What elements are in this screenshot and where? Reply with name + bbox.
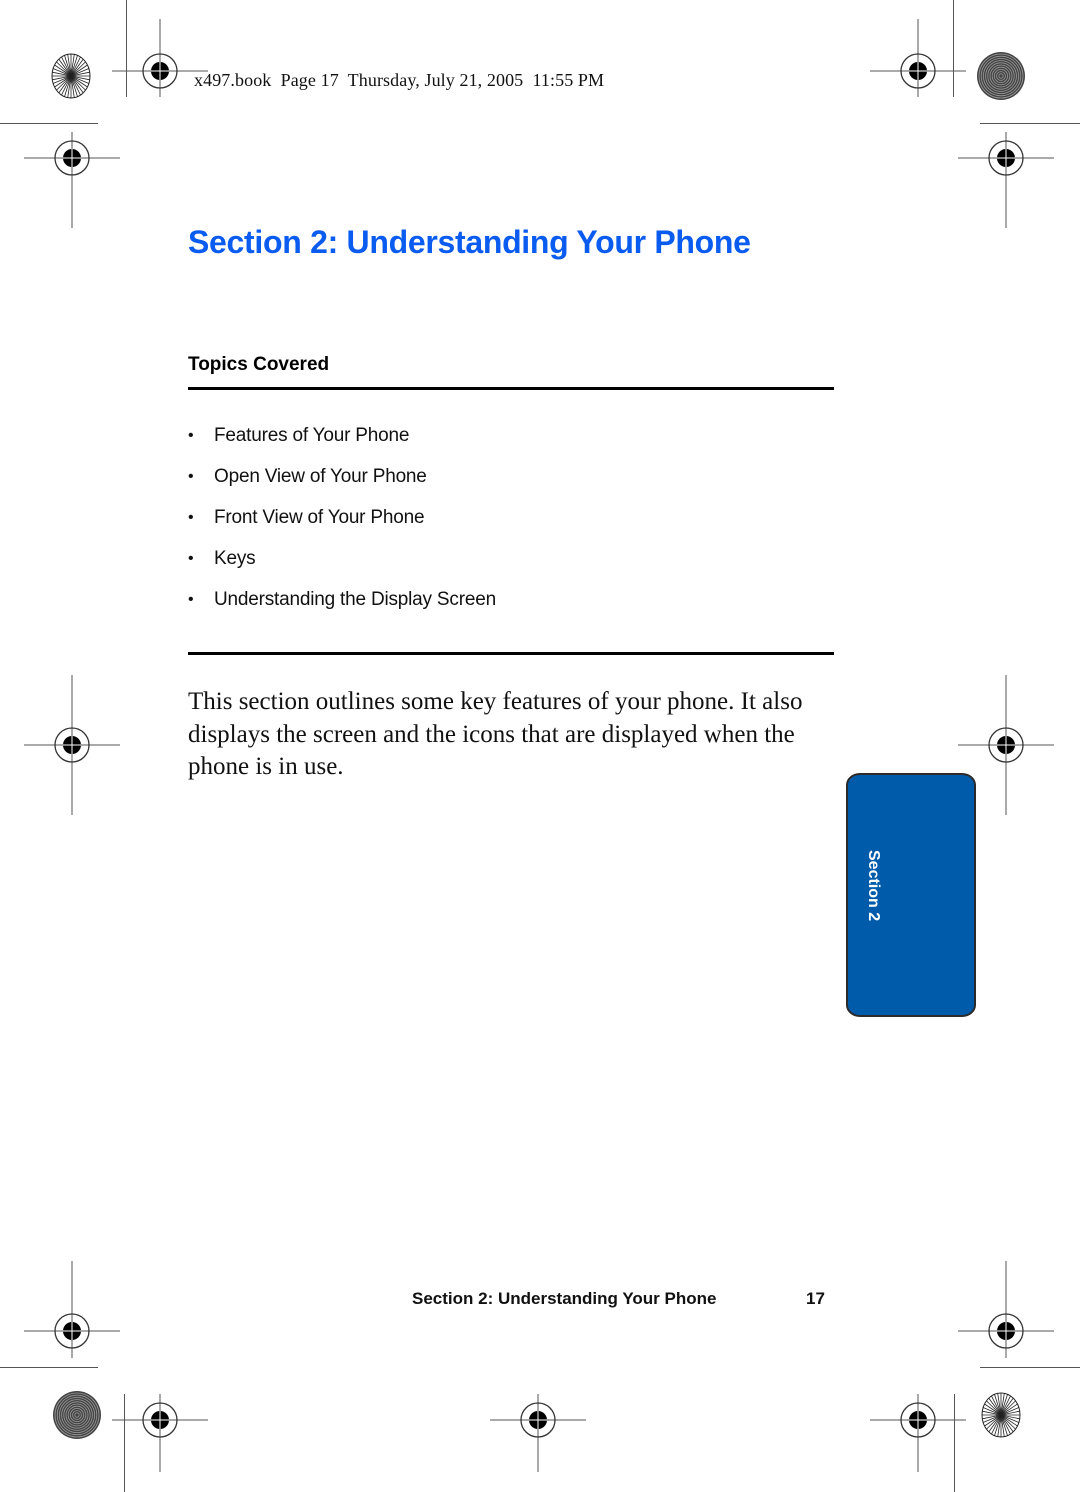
topics-list: • Features of Your Phone • Open View of Yo… xyxy=(188,423,496,628)
topics-bottom-rule xyxy=(188,652,834,655)
crosshair-target-icon xyxy=(23,132,121,228)
bullet-icon: • xyxy=(188,427,194,444)
crosshair-target-icon xyxy=(23,1261,121,1358)
topic-label: Front View of Your Phone xyxy=(214,507,425,528)
section-tab-label: Section 2 xyxy=(865,850,882,922)
topic-item: • Front View of Your Phone xyxy=(188,505,496,546)
topic-item: • Open View of Your Phone xyxy=(188,464,496,505)
bullet-icon: • xyxy=(188,509,194,526)
topic-label: Understanding the Display Screen xyxy=(214,589,496,610)
topics-top-rule xyxy=(188,387,834,390)
concentric-circles-icon xyxy=(977,52,1025,100)
page-number: 17 xyxy=(806,1289,825,1308)
concentric-circles-icon xyxy=(53,1391,101,1439)
topic-label: Open View of Your Phone xyxy=(214,466,427,487)
intro-paragraph: This section outlines some key features … xyxy=(188,688,803,780)
crosshair-target-icon xyxy=(957,1261,1055,1358)
bullet-icon: • xyxy=(188,591,194,608)
crosshair-target-icon xyxy=(23,675,121,815)
crosshair-target-icon xyxy=(489,1394,587,1472)
page-title: Section 2: Understanding Your Phone xyxy=(188,224,751,260)
bullet-icon: • xyxy=(188,468,194,485)
slug-line: x497.book Page 17 Thursday, July 21, 200… xyxy=(194,70,605,90)
topic-item: • Keys xyxy=(188,546,496,587)
crosshair-target-icon xyxy=(957,132,1055,228)
topic-label: Keys xyxy=(214,548,256,569)
footer-running-title: Section 2: Understanding Your Phone xyxy=(412,1289,717,1308)
topic-label: Features of Your Phone xyxy=(214,425,410,446)
starburst-icon xyxy=(51,53,91,99)
bullet-icon: • xyxy=(188,550,194,567)
topic-item: • Understanding the Display Screen xyxy=(188,587,496,628)
starburst-icon xyxy=(981,1392,1021,1438)
topic-item: • Features of Your Phone xyxy=(188,423,496,464)
crosshair-target-icon xyxy=(869,1394,967,1472)
topics-heading: Topics Covered xyxy=(188,354,330,375)
crosshair-target-icon xyxy=(111,1394,209,1472)
